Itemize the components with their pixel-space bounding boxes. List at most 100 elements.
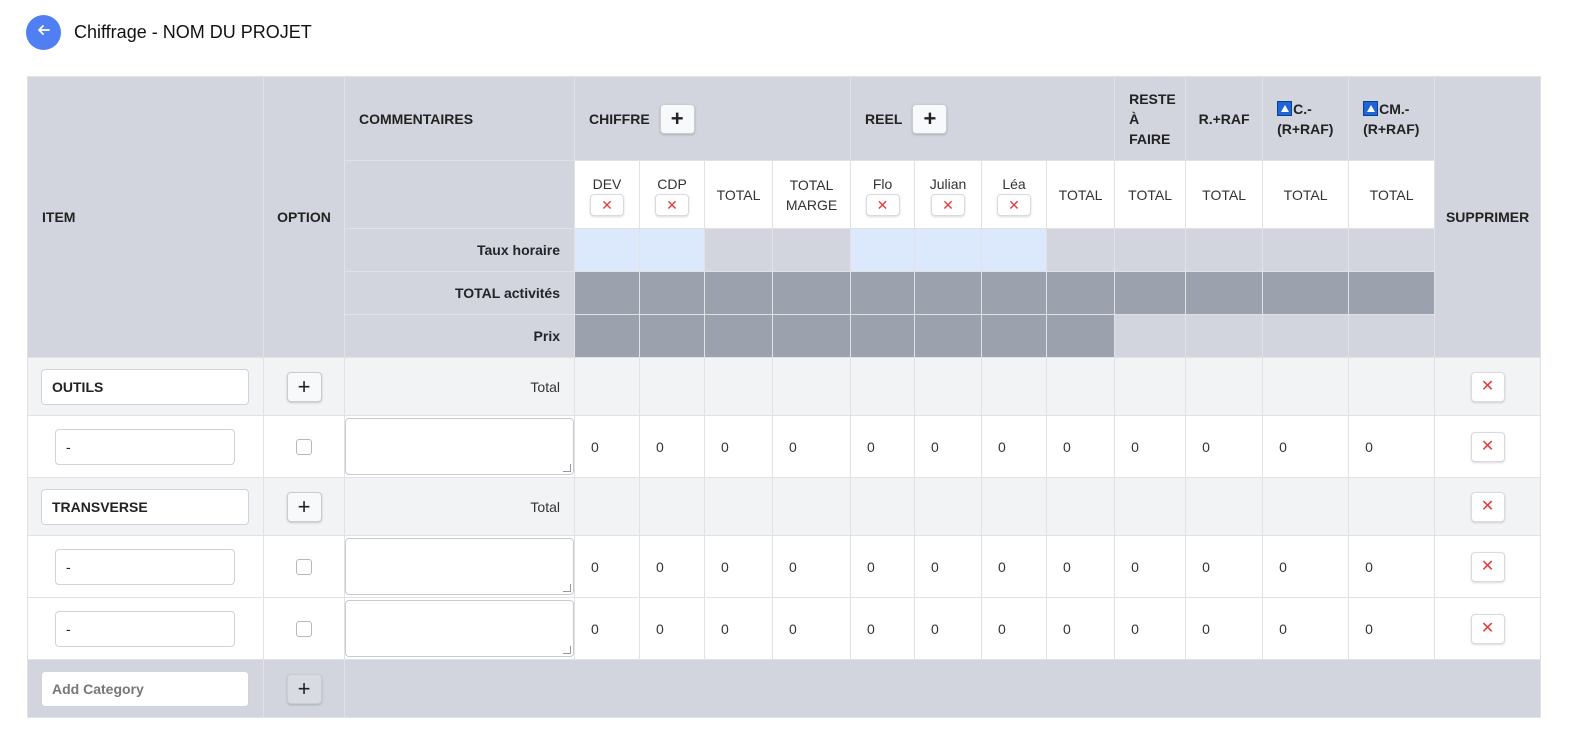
- comment-textarea[interactable]: [345, 600, 574, 657]
- value-cell[interactable]: 0: [639, 535, 705, 598]
- rate-input-cdp[interactable]: [639, 228, 705, 272]
- option-checkbox[interactable]: [296, 559, 312, 576]
- value-cell[interactable]: 0: [574, 597, 640, 660]
- category-total-cell: [639, 477, 705, 536]
- add-item-button[interactable]: +: [286, 371, 322, 402]
- back-button[interactable]: [26, 14, 61, 50]
- activity-cell: [704, 271, 773, 315]
- close-icon: ✕: [1480, 619, 1495, 637]
- category-name-input[interactable]: OUTILS: [41, 368, 249, 405]
- item-comment-cell: [344, 415, 575, 478]
- option-checkbox[interactable]: [296, 621, 312, 638]
- chiffre-label: CHIFFRE: [589, 110, 650, 127]
- close-icon: ✕: [942, 196, 954, 213]
- col-header-cm-raf[interactable]: CM.- (R+RAF): [1348, 76, 1436, 161]
- subheader-spacer: [344, 160, 575, 229]
- col-header-supprimer: SUPPRIMER: [1434, 76, 1542, 358]
- activity-cell: [981, 271, 1048, 315]
- category-total-cell: [704, 477, 773, 536]
- category-total-cell: [639, 357, 705, 416]
- subheader-chiffre-total: TOTAL: [704, 160, 773, 229]
- rate-input-julian[interactable]: [914, 228, 983, 272]
- activity-cell: [914, 271, 983, 315]
- add-category-button[interactable]: +: [286, 673, 322, 704]
- value-cell[interactable]: 0: [1114, 415, 1187, 478]
- price-cell: [1046, 314, 1116, 358]
- add-item-button[interactable]: +: [286, 491, 322, 522]
- subheader-c-raf-total: TOTAL: [1262, 160, 1350, 229]
- rate-input-dev[interactable]: [574, 228, 640, 272]
- value-cell: 0: [771, 597, 852, 660]
- category-total-cell: [1348, 477, 1436, 536]
- rate-cell: [771, 228, 852, 272]
- activity-cell: [574, 271, 640, 315]
- value-cell[interactable]: 0: [850, 535, 916, 598]
- price-cell: [1114, 314, 1187, 358]
- value-cell: 0: [1262, 535, 1350, 598]
- category-total-cell: [1114, 477, 1187, 536]
- item-delete-cell: ✕: [1434, 535, 1542, 598]
- value-cell[interactable]: 0: [574, 415, 640, 478]
- value-cell: 0: [771, 535, 852, 598]
- comment-textarea[interactable]: [345, 538, 574, 595]
- col-header-r-raf: R.+RAF: [1185, 76, 1264, 161]
- delete-item-button[interactable]: ✕: [1470, 613, 1505, 644]
- value-cell: 0: [1185, 535, 1264, 598]
- item-option-cell: [263, 535, 345, 598]
- subheader-r-raf-total: TOTAL: [1185, 160, 1264, 229]
- value-cell[interactable]: 0: [574, 535, 640, 598]
- subheader-raf-total: TOTAL: [1114, 160, 1187, 229]
- add-reel-column-button[interactable]: +: [912, 103, 948, 134]
- item-name-input[interactable]: -: [55, 428, 235, 465]
- option-checkbox[interactable]: [296, 439, 312, 456]
- category-total-label: Total: [344, 357, 575, 416]
- delete-category-button[interactable]: ✕: [1470, 491, 1505, 522]
- comment-textarea[interactable]: [345, 418, 574, 475]
- value-cell[interactable]: 0: [639, 597, 705, 660]
- col-header-c-raf[interactable]: C.- (R+RAF): [1262, 76, 1350, 161]
- value-cell: 0: [1348, 415, 1436, 478]
- value-cell[interactable]: 0: [914, 535, 983, 598]
- activity-cell: [639, 271, 705, 315]
- remove-flo-button[interactable]: ✕: [865, 193, 900, 216]
- category-total-cell: [850, 357, 916, 416]
- subheader-cm-raf-total: TOTAL: [1348, 160, 1436, 229]
- delete-item-button[interactable]: ✕: [1470, 551, 1505, 582]
- delete-item-button[interactable]: ✕: [1470, 431, 1505, 462]
- item-delete-cell: ✕: [1434, 415, 1542, 478]
- rate-input-flo[interactable]: [850, 228, 916, 272]
- close-icon: ✕: [1480, 557, 1495, 575]
- item-name-input[interactable]: -: [55, 610, 235, 647]
- remove-lea-button[interactable]: ✕: [997, 193, 1032, 216]
- value-cell[interactable]: 0: [1114, 597, 1187, 660]
- close-icon: ✕: [1008, 196, 1020, 213]
- value-cell[interactable]: 0: [981, 415, 1048, 478]
- category-add-cell: +: [263, 477, 345, 536]
- subheader-flo: Flo ✕: [850, 160, 916, 229]
- value-cell[interactable]: 0: [850, 415, 916, 478]
- value-cell[interactable]: 0: [914, 597, 983, 660]
- remove-cdp-button[interactable]: ✕: [655, 193, 689, 216]
- add-chiffre-column-button[interactable]: +: [659, 103, 695, 134]
- value-cell[interactable]: 0: [981, 597, 1048, 660]
- remove-julian-button[interactable]: ✕: [931, 193, 966, 216]
- value-cell[interactable]: 0: [914, 415, 983, 478]
- col-header-reel: REEL +: [850, 76, 1116, 161]
- add-category-button-cell: +: [263, 659, 345, 718]
- item-comment-cell: [344, 597, 575, 660]
- add-category-input[interactable]: Add Category: [41, 670, 249, 707]
- item-name-input[interactable]: -: [55, 548, 235, 585]
- value-cell[interactable]: 0: [1114, 535, 1187, 598]
- item-option-cell: [263, 415, 345, 478]
- rate-input-lea[interactable]: [981, 228, 1048, 272]
- delete-category-button[interactable]: ✕: [1470, 371, 1505, 402]
- value-cell: 0: [704, 535, 773, 598]
- row-label-prix: Prix: [344, 314, 575, 358]
- remove-dev-button[interactable]: ✕: [590, 193, 624, 216]
- item-delete-cell: ✕: [1434, 597, 1542, 660]
- value-cell[interactable]: 0: [639, 415, 705, 478]
- category-name-input[interactable]: TRANSVERSE: [41, 488, 249, 525]
- value-cell[interactable]: 0: [981, 535, 1048, 598]
- value-cell: 0: [704, 415, 773, 478]
- value-cell[interactable]: 0: [850, 597, 916, 660]
